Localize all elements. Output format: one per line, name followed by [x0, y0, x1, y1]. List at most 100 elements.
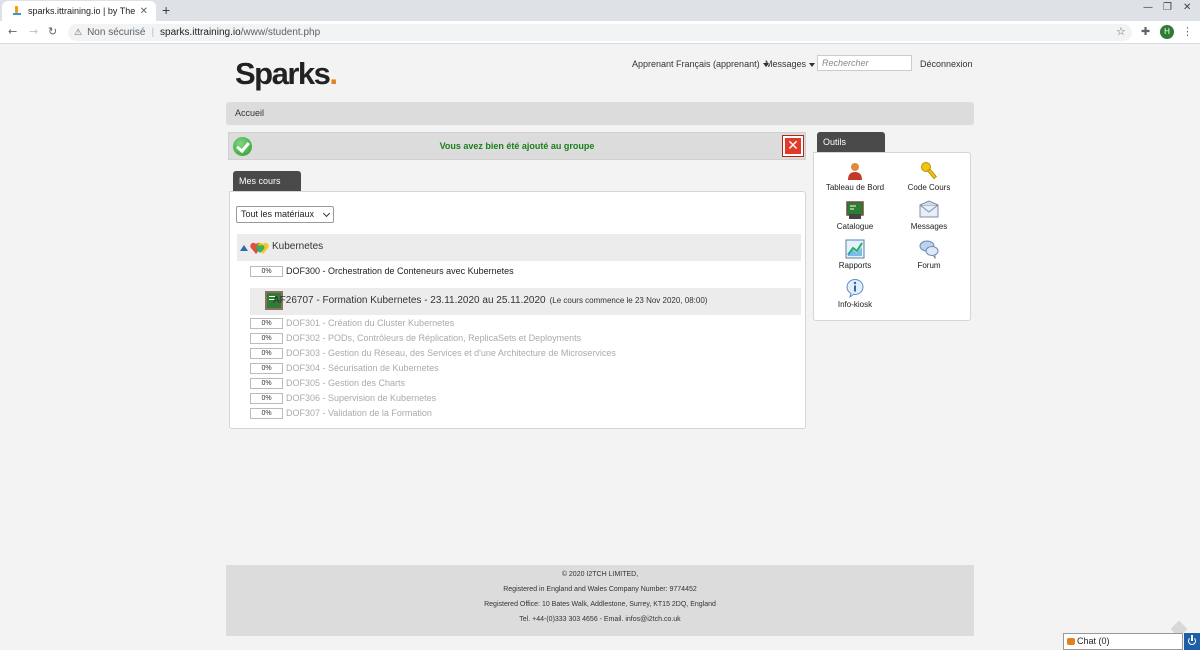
address-separator: |: [151, 27, 155, 38]
user-menu[interactable]: Apprenant Français (apprenant): [632, 59, 769, 69]
profile-avatar[interactable]: H: [1160, 25, 1174, 39]
close-tab-icon[interactable]: ✕: [140, 6, 148, 17]
chat-widget[interactable]: Chat (0): [1063, 633, 1183, 650]
tool-forum[interactable]: Forum: [894, 239, 964, 270]
progress-badge: 0%: [250, 348, 283, 359]
course-row: 0% DOF301 - Création du Cluster Kubernet…: [250, 318, 790, 330]
browser-toolbar: ← → ↻ ⚠ Non sécurisé | sparks.ittraining…: [0, 21, 1200, 44]
footer-copyright: © 2020 I2TCH LIMITED,: [561, 571, 639, 578]
chat-icon: [1067, 638, 1075, 645]
session-header: AF26707 - Formation Kubernetes - 23.11.2…: [250, 288, 801, 315]
key-icon: [921, 162, 938, 180]
collapse-up-icon[interactable]: [240, 245, 248, 251]
tools-panel: Tableau de Bord Code Cours Catalogue Mes…: [813, 152, 971, 321]
materials-filter-select[interactable]: Tout les matériaux: [236, 206, 334, 223]
footer-contact: Tel. +44-(0)333 303 4656 - Email. infos@…: [519, 616, 681, 623]
info-icon: [846, 279, 864, 298]
address-bar[interactable]: ⚠ Non sécurisé | sparks.ittraining.io/ww…: [68, 24, 1132, 41]
tool-catalog[interactable]: Catalogue: [820, 200, 890, 231]
session-note: (Le cours commence le 23 Nov 2020, 08:00…: [549, 296, 708, 305]
course-row: 0% DOF304 - Sécurisation de Kubernetes: [250, 363, 790, 375]
bookmark-star-icon[interactable]: ☆: [1116, 25, 1126, 38]
caret-down-icon: [809, 62, 816, 67]
footer-address: Registered Office: 10 Bates Walk, Addles…: [484, 601, 716, 608]
forward-icon[interactable]: →: [29, 25, 38, 38]
minimize-icon[interactable]: —: [1143, 2, 1153, 13]
course-row: 0% DOF306 - Supervision de Kubernetes: [250, 393, 790, 405]
security-label: Non sécurisé: [87, 27, 146, 38]
footer-registration: Registered in England and Wales Company …: [503, 586, 697, 593]
alert-message: Vous avez bien été ajouté au groupe: [439, 141, 595, 151]
course-label: DOF307 - Validation de la Formation: [286, 408, 432, 418]
breadcrumb: Accueil: [226, 102, 974, 125]
user-icon: [848, 163, 862, 180]
logout-link[interactable]: Déconnexion: [920, 59, 973, 69]
progress-badge: 0%: [250, 318, 283, 329]
tool-label: Messages: [910, 222, 948, 231]
url-host: sparks.ittraining.io: [160, 27, 241, 38]
course-row: 0% DOF307 - Validation de la Formation: [250, 408, 790, 420]
progress-badge: 0%: [250, 266, 283, 277]
favicon-icon: [12, 6, 22, 16]
progress-badge: 0%: [250, 393, 283, 404]
window-close-icon[interactable]: ✕: [1183, 2, 1191, 13]
course-label: DOF301 - Création du Cluster Kubernetes: [286, 318, 455, 328]
tool-label: Info-kiosk: [837, 300, 873, 309]
browser-tab-title: sparks.ittraining.io | by The IT: [28, 6, 136, 16]
success-alert: Vous avez bien été ajouté au groupe ✕: [228, 132, 806, 160]
category-title: Kubernetes: [272, 241, 324, 252]
power-icon[interactable]: [1184, 633, 1200, 650]
hearts-icon: [250, 242, 269, 254]
session-title: AF26707 - Formation Kubernetes - 23.11.2…: [273, 295, 546, 306]
browser-menu-icon[interactable]: ⋮: [1182, 25, 1193, 38]
tool-label: Catalogue: [836, 222, 874, 231]
course-row[interactable]: 0% DOF300 - Orchestration de Conteneurs …: [250, 266, 790, 278]
user-menu-label: Apprenant Français (apprenant): [632, 59, 760, 69]
progress-badge: 0%: [250, 363, 283, 374]
new-tab-icon[interactable]: +: [162, 2, 170, 18]
close-alert-button[interactable]: ✕: [783, 136, 803, 156]
chat-label: Chat (0): [1077, 636, 1110, 646]
course-label: DOF303 - Gestion du Réseau, des Services…: [286, 348, 616, 358]
tool-dashboard[interactable]: Tableau de Bord: [820, 161, 890, 192]
course-label: DOF302 - PODs, Contrôleurs de Réplicatio…: [286, 333, 582, 343]
messages-menu[interactable]: Messages: [765, 59, 816, 69]
reload-icon[interactable]: ↻: [48, 25, 57, 38]
category-header[interactable]: Kubernetes: [237, 234, 801, 261]
restore-icon[interactable]: ❐: [1163, 2, 1172, 13]
browser-tab-bar: sparks.ittraining.io | by The IT ✕ + — ❐…: [0, 0, 1200, 21]
course-label: DOF305 - Gestion des Charts: [286, 378, 406, 388]
tab-my-courses[interactable]: Mes cours: [233, 171, 301, 192]
url-path: /www/student.php: [240, 27, 321, 38]
progress-badge: 0%: [250, 378, 283, 389]
browser-tab[interactable]: sparks.ittraining.io | by The IT ✕: [2, 1, 156, 21]
chat-bubbles-icon: [919, 240, 939, 259]
tool-label: Tableau de Bord: [825, 183, 885, 192]
chart-icon: [845, 239, 865, 259]
tab-tools[interactable]: Outils: [817, 132, 885, 153]
course-link[interactable]: DOF300 - Orchestration de Conteneurs ave…: [286, 266, 514, 277]
warning-icon[interactable]: ⚠: [74, 27, 82, 38]
tool-label: Forum: [917, 261, 941, 270]
course-label: DOF304 - Sécurisation de Kubernetes: [286, 363, 439, 373]
logo-dot: .: [329, 56, 338, 91]
tool-messages[interactable]: Messages: [894, 200, 964, 231]
course-row: 0% DOF302 - PODs, Contrôleurs de Réplica…: [250, 333, 790, 345]
tool-course-code[interactable]: Code Cours: [894, 161, 964, 192]
session-title-wrap: AF26707 - Formation Kubernetes - 23.11.2…: [273, 295, 707, 306]
extensions-puzzle-icon[interactable]: ✚: [1141, 25, 1150, 38]
messages-menu-label: Messages: [765, 59, 807, 69]
progress-badge: 0%: [250, 333, 283, 344]
filter-selected-value: Tout les matériaux: [241, 209, 315, 219]
tool-info-kiosk[interactable]: Info-kiosk: [820, 278, 890, 309]
sparks-logo[interactable]: Sparks.: [235, 56, 338, 92]
tool-label: Code Cours: [907, 183, 951, 192]
breadcrumb-home[interactable]: Accueil: [235, 108, 264, 118]
progress-badge: 0%: [250, 408, 283, 419]
catalog-icon: [846, 201, 864, 219]
envelope-icon: [919, 200, 939, 218]
footer: © 2020 I2TCH LIMITED, Registered in Engl…: [226, 565, 974, 636]
tool-reports[interactable]: Rapports: [820, 239, 890, 270]
back-icon[interactable]: ←: [8, 25, 17, 38]
search-input[interactable]: [817, 55, 912, 71]
